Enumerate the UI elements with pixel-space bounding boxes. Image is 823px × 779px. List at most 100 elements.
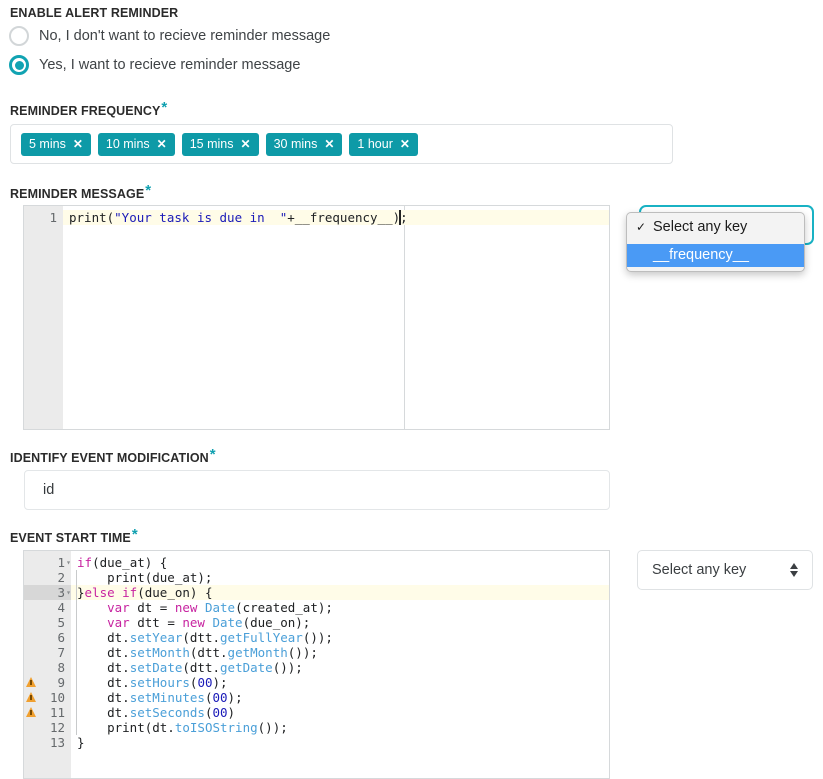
enable-alert-reminder-label: ENABLE ALERT REMINDER <box>10 6 178 20</box>
tag-item[interactable]: 1 hour ✕ <box>349 132 418 156</box>
code-token: ) <box>227 705 236 720</box>
code-token: 00 <box>212 690 228 705</box>
radio-option-yes[interactable]: Yes, I want to recieve reminder message <box>9 55 300 75</box>
tag-remove-icon[interactable]: ✕ <box>73 138 83 150</box>
event-start-time-key-select[interactable]: Select any key <box>637 550 813 590</box>
radio-option-no[interactable]: No, I don't want to recieve reminder mes… <box>9 26 330 46</box>
radio-yes-dot <box>14 60 24 70</box>
print-margin-line <box>404 206 405 429</box>
tag-remove-icon[interactable]: ✕ <box>400 138 410 150</box>
code-token: dt. <box>77 675 130 690</box>
code-token: dt. <box>77 705 130 720</box>
reminder-message-label-text: REMINDER MESSAGE <box>10 187 145 201</box>
editor-code-area[interactable]: print("Your task is due in "+__frequency… <box>63 206 609 429</box>
code-token: else if <box>84 585 138 600</box>
code-token-string: "Your task is due in " <box>114 210 288 225</box>
radio-no-label: No, I don't want to recieve reminder mes… <box>39 28 331 44</box>
radio-yes-indicator[interactable] <box>9 55 29 75</box>
tag-label: 15 mins <box>189 136 234 151</box>
warning-icon[interactable] <box>26 677 36 687</box>
line-number: 4 <box>57 600 65 615</box>
gutter-line-number: 1 <box>49 210 57 225</box>
indent-guide <box>76 720 77 735</box>
code-token: dt = <box>129 600 175 615</box>
warning-icon[interactable] <box>26 707 36 717</box>
code-line: }else if(due_on) { <box>71 585 609 600</box>
line-number: 12 <box>49 720 65 735</box>
tag-item[interactable]: 10 mins ✕ <box>97 132 175 156</box>
event-start-time-editor[interactable]: 1 ▾ 2 3 ▾ 4 5 6 7 8 9 10 11 12 13 if(due_at) { print(d… <box>23 550 610 779</box>
code-token: print(dt. <box>77 720 175 735</box>
code-token: dtt = <box>129 615 183 630</box>
code-token: getMonth <box>227 645 288 660</box>
indent-guide <box>76 600 77 615</box>
code-token: (dtt. <box>189 645 228 660</box>
code-token: ()); <box>272 660 303 675</box>
code-token: var <box>107 600 130 615</box>
tag-remove-icon[interactable]: ✕ <box>157 138 167 150</box>
line-number: 13 <box>49 735 65 750</box>
code-line: print(due_at); <box>71 570 609 585</box>
tag-label: 5 mins <box>29 136 66 151</box>
line-number: 8 <box>57 660 65 675</box>
gutter-line-number: 8 <box>24 660 71 675</box>
tag-label: 1 hour <box>357 136 393 151</box>
select-spinner-icon <box>790 563 798 577</box>
code-token: setDate <box>129 660 183 675</box>
code-token: } <box>77 735 85 750</box>
line-number: 9 <box>57 675 65 690</box>
code-token-prefix: print( <box>69 210 115 225</box>
tag-remove-icon[interactable]: ✕ <box>324 138 334 150</box>
code-token: 00 <box>197 675 213 690</box>
tag-item[interactable]: 15 mins ✕ <box>181 132 259 156</box>
gutter-line-number: 13 <box>24 735 71 750</box>
code-token: var <box>107 615 130 630</box>
reminder-frequency-tagbox[interactable]: 5 mins ✕ 10 mins ✕ 15 mins ✕ 30 mins ✕ 1… <box>10 124 673 164</box>
indent-guide <box>76 615 77 630</box>
dropdown-option-select-any-key[interactable]: ✓ Select any key <box>627 216 804 239</box>
code-line: var dtt = new Date(due_on); <box>71 615 609 630</box>
form-page: ENABLE ALERT REMINDER No, I don't want t… <box>0 0 823 779</box>
code-token: setMinutes <box>129 690 205 705</box>
editor-gutter: 1 ▾ 2 3 ▾ 4 5 6 7 8 9 10 11 12 13 <box>24 551 71 778</box>
line-number: 6 <box>57 630 65 645</box>
code-token: Date <box>212 615 243 630</box>
code-token: ); <box>212 675 228 690</box>
gutter-line-number: 12 <box>24 720 71 735</box>
code-token: (due_at) { <box>92 555 168 570</box>
code-line: print(dt.toISOString()); <box>71 720 609 735</box>
code-line: dt.setMinutes(00); <box>71 690 609 705</box>
gutter-line-number: 5 <box>24 615 71 630</box>
code-token: (dtt. <box>182 660 221 675</box>
radio-no-indicator[interactable] <box>9 26 29 46</box>
identify-event-modification-label-text: IDENTIFY EVENT MODIFICATION <box>10 451 209 465</box>
dropdown-option-frequency[interactable]: __frequency__ <box>627 244 804 267</box>
text-cursor <box>399 210 401 225</box>
tag-item[interactable]: 30 mins ✕ <box>265 132 343 156</box>
tag-remove-icon[interactable]: ✕ <box>241 138 251 150</box>
dropdown-option-label: Select any key <box>653 219 748 235</box>
code-token: dt. <box>77 645 130 660</box>
code-token: ); <box>227 690 243 705</box>
code-line: var dt = new Date(created_at); <box>71 600 609 615</box>
code-token: ()); <box>302 630 333 645</box>
warning-icon[interactable] <box>26 692 36 702</box>
indent-guide <box>76 675 77 690</box>
reminder-message-editor[interactable]: 1 print("Your task is due in "+__frequen… <box>23 205 610 430</box>
identify-event-modification-input[interactable] <box>24 470 610 510</box>
key-dropdown-menu[interactable]: ✓ Select any key __frequency__ <box>626 212 805 272</box>
code-token: 00 <box>212 705 228 720</box>
indent-guide <box>76 690 77 705</box>
code-token: (dtt. <box>182 630 221 645</box>
radio-yes-label: Yes, I want to recieve reminder message <box>39 57 301 73</box>
editor-code-area[interactable]: if(due_at) { print(due_at);}else if(due_… <box>71 551 609 778</box>
code-token: dt. <box>77 630 130 645</box>
gutter-line-number: 11 <box>24 705 71 720</box>
indent-guide <box>76 585 77 600</box>
gutter-line-number: 1 ▾ <box>24 555 71 570</box>
tag-item[interactable]: 5 mins ✕ <box>21 132 91 156</box>
code-token: if <box>77 555 93 570</box>
code-token: toISOString <box>174 720 258 735</box>
